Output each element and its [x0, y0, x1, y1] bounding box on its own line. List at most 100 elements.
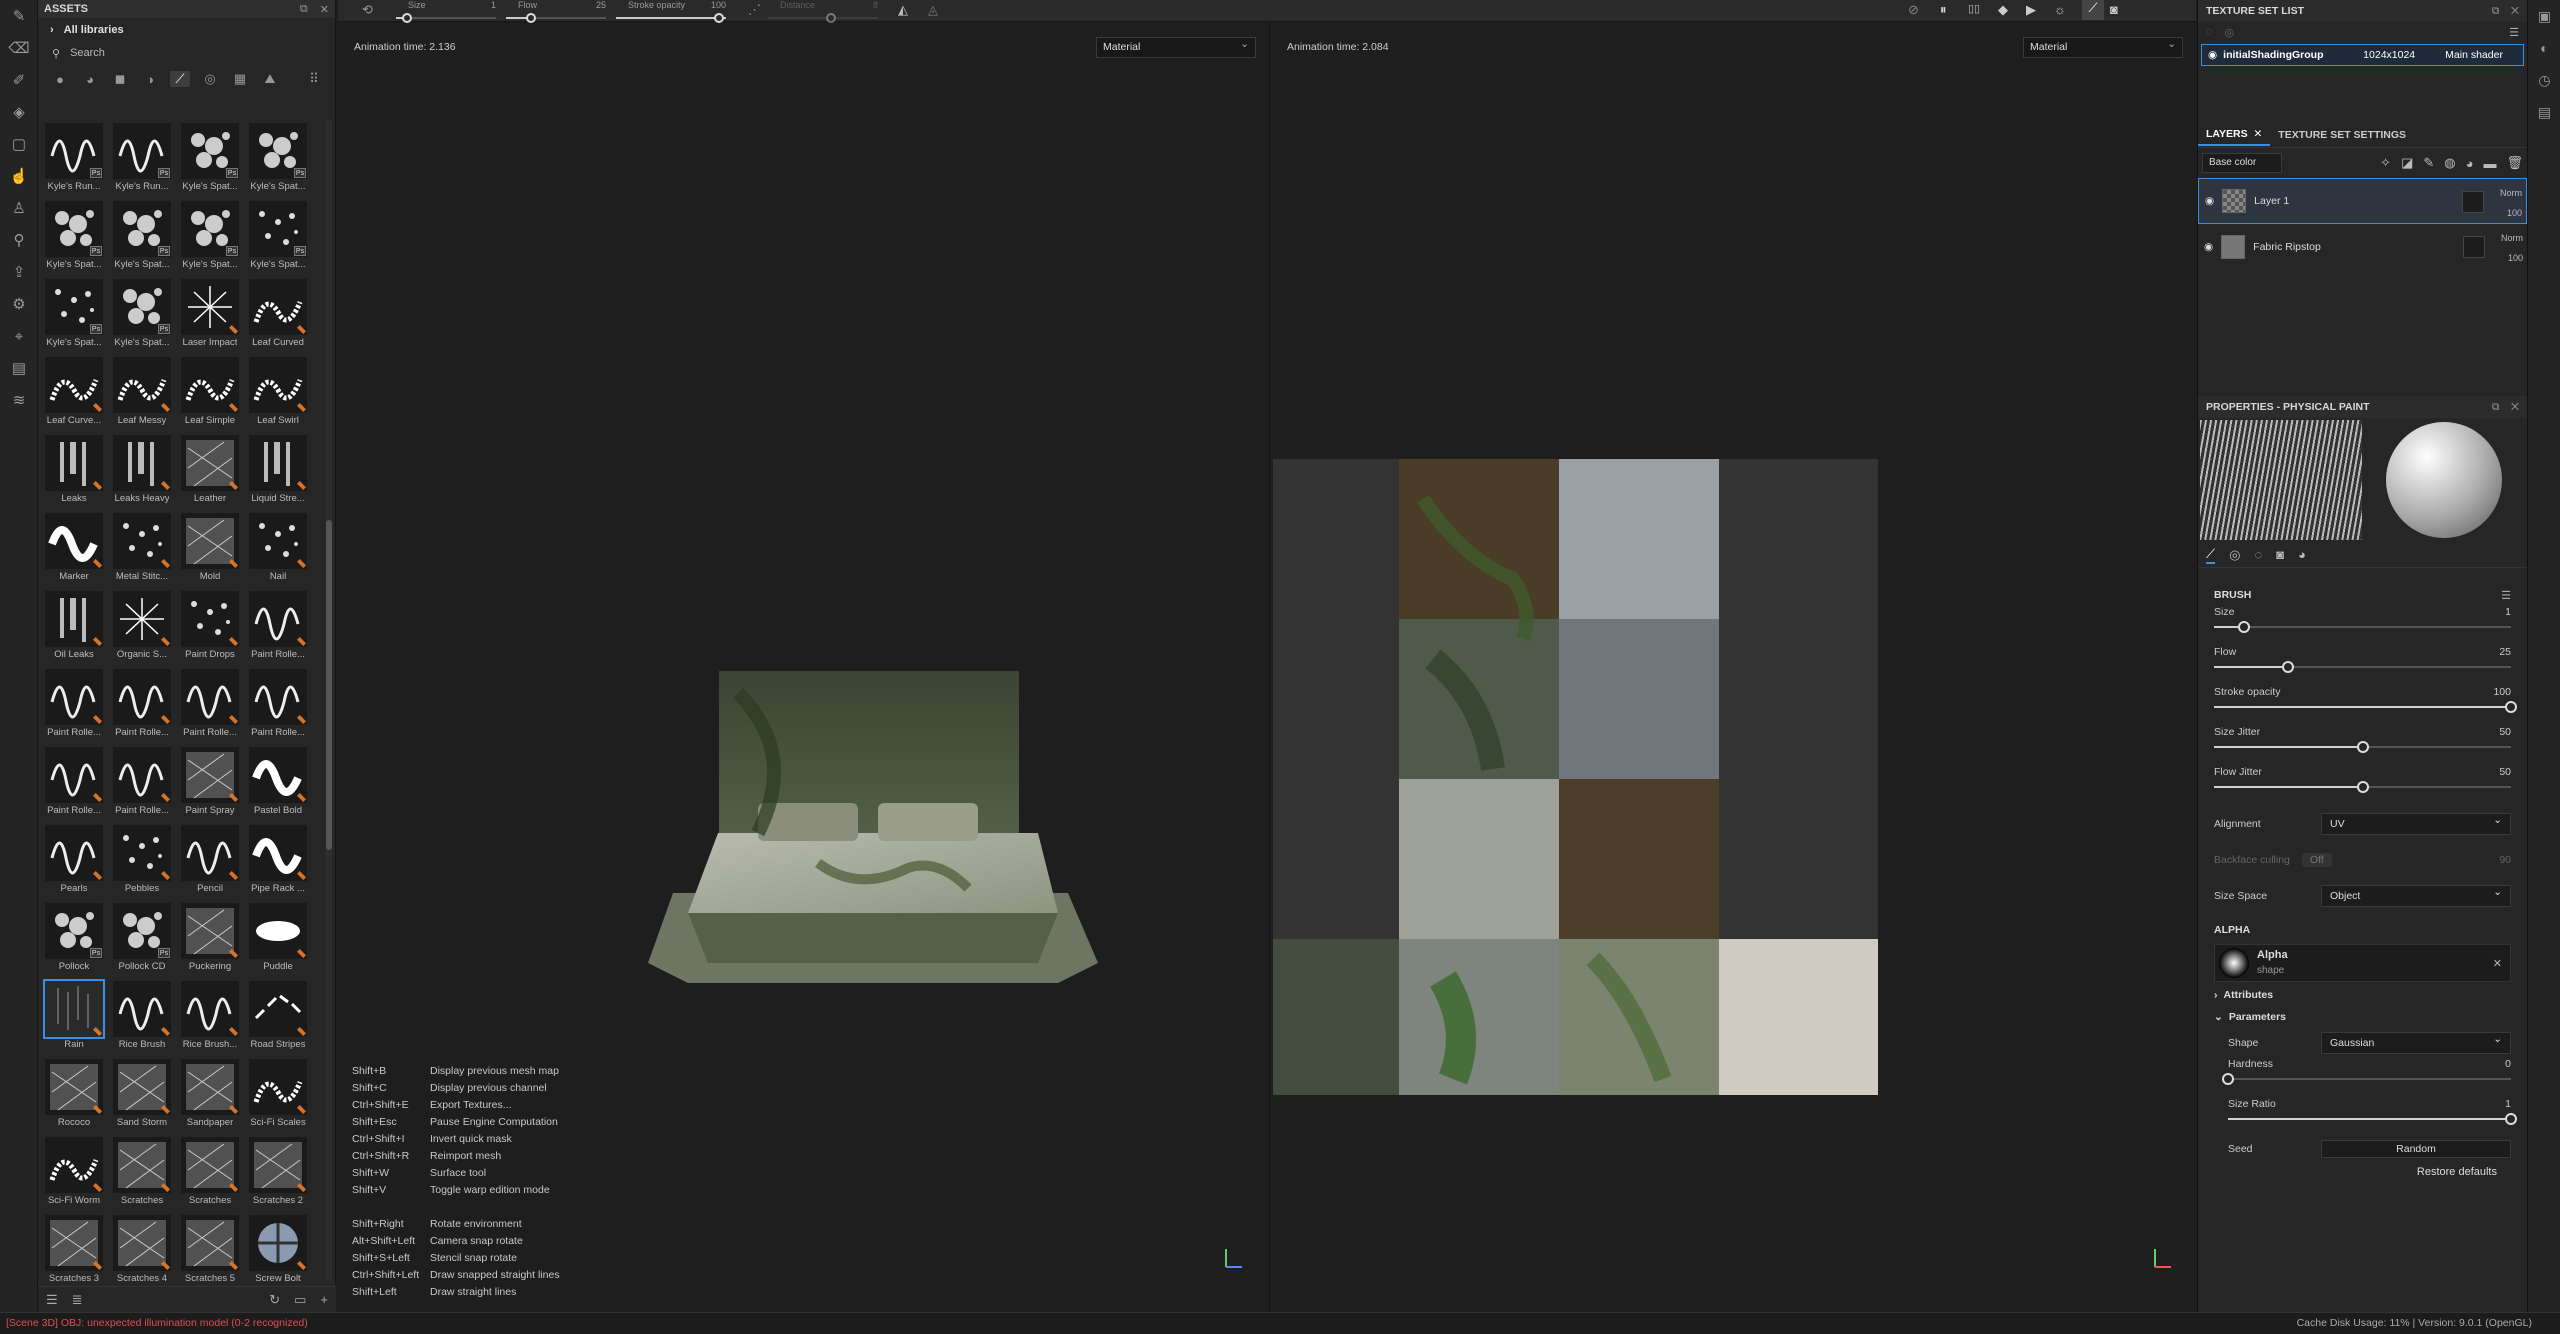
projection-icon[interactable]: ✐ [0, 64, 38, 96]
slider-knob[interactable] [2237, 621, 2250, 633]
slider-knob[interactable] [2356, 741, 2369, 753]
paint-mode-icon[interactable]: ⟋ [2082, 0, 2104, 20]
brushes-filter-icon[interactable]: ⟋ [170, 71, 190, 87]
shape-dropdown[interactable]: Gaussian [2321, 1032, 2511, 1054]
brush-slider[interactable]: Stroke opacity 100 [2214, 686, 2517, 726]
float-icon[interactable]: ⧉ ✕ [2492, 5, 2519, 18]
asset-tile[interactable]: Ps Pollock CD [108, 900, 176, 978]
history-icon[interactable]: ◷ [2528, 64, 2560, 96]
asset-tile[interactable]: Scratches 4 [108, 1212, 176, 1290]
menu-icon[interactable]: ☰ [2509, 26, 2519, 39]
material-tab-icon[interactable]: ◎ [2229, 547, 2240, 563]
symmetry-icon[interactable]: ⟲ [362, 2, 373, 18]
asset-tile[interactable]: Ps Kyle's Spat... [244, 198, 312, 276]
export-icon[interactable]: ⇪ [0, 256, 38, 288]
library-selector[interactable]: › All libraries [38, 18, 335, 42]
layer-blend-mode[interactable]: Norm [2501, 228, 2523, 248]
asset-tile[interactable]: Laser Impact [176, 276, 244, 354]
symmetry-mirror-icon[interactable]: ◭ [898, 2, 908, 18]
channel-dropdown[interactable]: Base color [2202, 153, 2282, 173]
layer-row[interactable]: ◉ Layer 1 Norm 100 [2198, 178, 2527, 224]
asset-tile[interactable]: Leaks Heavy [108, 432, 176, 510]
clone-icon[interactable]: ♙ [0, 192, 38, 224]
color-picker-icon[interactable]: ⚲ [0, 224, 38, 256]
seed-button[interactable]: Random [2321, 1140, 2511, 1158]
backface-toggle[interactable]: Off [2301, 853, 2332, 867]
slider-knob[interactable] [2282, 661, 2295, 673]
asset-tile[interactable]: Pastel Bold [244, 744, 312, 822]
eraser-icon[interactable]: ⌫ [0, 32, 38, 64]
screenshot-icon[interactable]: ◙ [2110, 2, 2118, 17]
asset-tile[interactable]: Organic S... [108, 588, 176, 666]
layer-opacity[interactable]: 100 [2501, 248, 2523, 268]
asset-tile[interactable]: Metal Stitc... [108, 510, 176, 588]
asset-tile[interactable]: Rice Brush... [176, 978, 244, 1056]
symmetry-off-icon[interactable]: ◬ [928, 2, 938, 18]
add-paint-layer-icon[interactable]: ✎ [2423, 155, 2434, 171]
hide-ui-icon[interactable]: ⊘ [1908, 2, 1919, 18]
asset-tile[interactable]: Mold [176, 510, 244, 588]
asset-tile[interactable]: Leaf Curve... [40, 354, 108, 432]
close-icon[interactable]: ✕ [2253, 128, 2262, 140]
slider-knob[interactable] [2356, 781, 2369, 793]
asset-tile[interactable]: Leaf Simple [176, 354, 244, 432]
geometry-fill-icon[interactable]: ◈ [0, 96, 38, 128]
grid-view-icon[interactable]: ⠿ [304, 71, 324, 87]
layer-mask-slot[interactable] [2462, 191, 2484, 213]
asset-tile[interactable]: Paint Rolle... [40, 666, 108, 744]
add-mask-icon[interactable]: ◪ [2401, 155, 2413, 171]
asset-tile[interactable]: Sandpaper [176, 1056, 244, 1134]
sort-icon[interactable]: ☰ [46, 1292, 58, 1308]
masks-filter-icon[interactable]: ◼ [110, 71, 130, 87]
asset-tile[interactable]: Ps Kyle's Run... [40, 120, 108, 198]
asset-tile[interactable]: Rain [40, 978, 108, 1056]
eye-icon[interactable]: ◎ [2225, 26, 2235, 39]
asset-tile[interactable]: Scratches 3 [40, 1212, 108, 1290]
polygon-fill-icon[interactable]: ▢ [0, 128, 38, 160]
ruler-icon[interactable]: ⌖ [0, 320, 38, 352]
restore-defaults-button[interactable]: Restore defaults [2198, 1160, 2527, 1178]
alpha-tab-icon[interactable]: ◙ [2276, 547, 2284, 562]
eye-icon[interactable]: ◉ [2204, 241, 2213, 253]
procedurals-filter-icon[interactable]: ◑ [140, 72, 160, 87]
brush-slider[interactable]: Flow Jitter 50 [2214, 766, 2511, 806]
asset-tile[interactable]: Paint Drops [176, 588, 244, 666]
smart-materials-filter-icon[interactable]: ◕ [80, 72, 100, 87]
asset-tile[interactable]: Paint Rolle... [108, 666, 176, 744]
layer-mask-slot[interactable] [2463, 236, 2485, 258]
brush-slider[interactable]: Size Jitter 50 [2214, 726, 2511, 766]
asset-tile[interactable]: Paint Rolle... [244, 588, 312, 666]
viewport-2d[interactable]: Animation time: 2.084 Material [1271, 23, 2196, 1312]
pause-icon[interactable]: ⏸ [1940, 2, 1947, 18]
add-icon[interactable]: + [320, 1292, 328, 1307]
bake-icon[interactable]: ☼ [2054, 2, 2066, 17]
materials-filter-icon[interactable]: ● [50, 72, 70, 87]
asset-tile[interactable]: Ps Kyle's Spat... [176, 198, 244, 276]
visibility-icon[interactable]: ◌ [2206, 26, 2213, 38]
asset-tile[interactable]: Ps Pollock [40, 900, 108, 978]
asset-tile[interactable]: Leaf Curved [244, 276, 312, 354]
asset-tile[interactable]: Scratches [176, 1134, 244, 1212]
asset-tile[interactable]: Ps Kyle's Spat... [40, 198, 108, 276]
asset-tile[interactable]: Pencil [176, 822, 244, 900]
asset-tile[interactable]: Ps Kyle's Spat... [108, 276, 176, 354]
document-icon[interactable]: ▤ [0, 352, 38, 384]
asset-tile[interactable]: Paint Rolle... [40, 744, 108, 822]
clear-alpha-icon[interactable]: ✕ [2493, 957, 2502, 970]
environments-filter-icon[interactable]: ⛰ [260, 71, 280, 87]
stencil-tab-icon[interactable]: ◕ [2298, 547, 2306, 562]
tab-texture-set-settings[interactable]: TEXTURE SET SETTINGS [2270, 124, 2414, 146]
distance-slider[interactable]: Distance 8 [768, 0, 878, 23]
uv-canvas[interactable] [1273, 459, 1878, 1095]
texture-set-row[interactable]: ◉ initialShadingGroup 1024x1024 Main sha… [2201, 44, 2524, 66]
slider-knob[interactable] [2505, 701, 2517, 713]
assets-scrollbar-thumb[interactable] [326, 520, 332, 850]
asset-tile[interactable]: Ps Kyle's Spat... [176, 120, 244, 198]
float-icon[interactable]: ⧉ ✕ [2492, 401, 2519, 414]
add-fill-layer-icon[interactable]: ◍ [2444, 155, 2455, 171]
eye-icon[interactable]: ◉ [2208, 49, 2217, 61]
asset-tile[interactable]: Paint Rolle... [244, 666, 312, 744]
add-smart-material-icon[interactable]: ◕ [2466, 156, 2474, 171]
asset-tile[interactable]: Nail [244, 510, 312, 588]
add-effect-icon[interactable]: ✧ [2380, 155, 2391, 171]
